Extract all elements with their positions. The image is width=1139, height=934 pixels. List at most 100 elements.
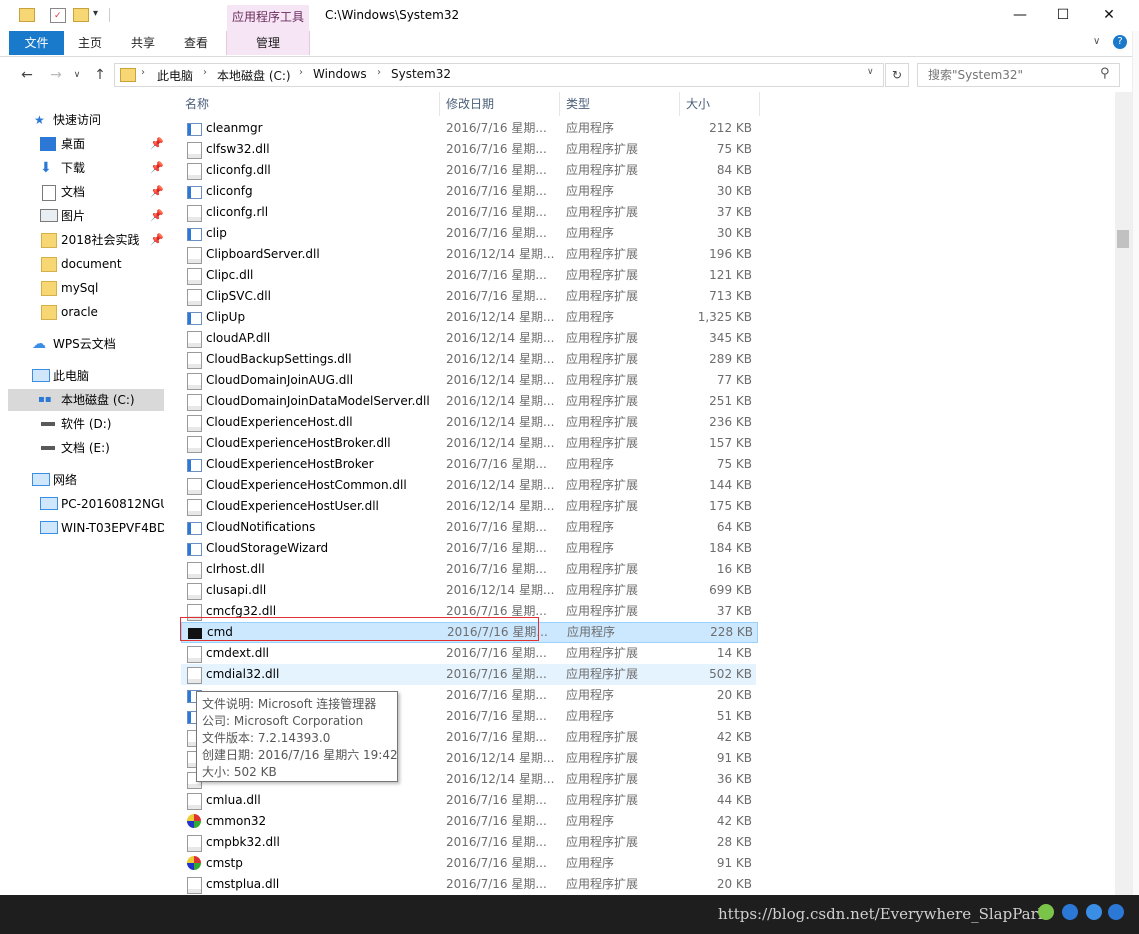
address-bar[interactable]: › 此电脑 › 本地磁盘 (C:) › Windows › System32 ∨: [114, 63, 884, 87]
table-row[interactable]: CloudExperienceHostUser.dll 2016/12/14 星期…: [181, 496, 756, 517]
table-row[interactable]: cmdext.dll 2016/7/16 星期... 应用程序扩展 14 KB: [181, 643, 756, 664]
close-button[interactable]: ✕: [1086, 4, 1132, 28]
back-arrow-icon[interactable]: ←: [18, 66, 36, 84]
sidebar-item-local-disk-c[interactable]: ▪▪ 本地磁盘 (C:): [8, 389, 164, 411]
chevron-right-icon[interactable]: ›: [299, 67, 303, 78]
breadcrumb-local-disk[interactable]: 本地磁盘 (C:): [217, 67, 291, 84]
table-row[interactable]: ClipSVC.dll 2016/7/16 星期... 应用程序扩展 713 KB: [181, 286, 756, 307]
table-row[interactable]: cmstplua.dll 2016/7/16 星期... 应用程序扩展 20 KB: [181, 874, 756, 895]
sidebar-item-folder-oracle[interactable]: oracle: [8, 301, 164, 323]
pin-icon[interactable]: 📌: [150, 205, 164, 227]
sidebar-item-quick-access[interactable]: ★ 快速访问: [8, 109, 164, 131]
table-row[interactable]: cleanmgr 2016/7/16 星期... 应用程序 212 KB: [181, 118, 756, 139]
tray-star-icon[interactable]: [1086, 904, 1102, 920]
pin-icon[interactable]: 📌: [150, 157, 164, 179]
sidebar-item-desktop[interactable]: 桌面 📌: [8, 133, 164, 155]
customize-quick-access-icon[interactable]: ▾: [93, 8, 98, 19]
chevron-right-icon[interactable]: ›: [203, 67, 207, 78]
divider[interactable]: [559, 92, 560, 116]
table-row[interactable]: clusapi.dll 2016/12/14 星期... 应用程序扩展 699 KB: [181, 580, 756, 601]
table-row[interactable]: CloudExperienceHostBroker 2016/7/16 星期...…: [181, 454, 756, 475]
table-row[interactable]: cmdial32.dll 2016/7/16 星期... 应用程序扩展 502 KB: [181, 664, 756, 685]
table-row[interactable]: CloudExperienceHost.dll 2016/12/14 星期... 应…: [181, 412, 756, 433]
table-row[interactable]: CloudExperienceHostCommon.dll 2016/12/14 …: [181, 475, 756, 496]
new-folder-icon[interactable]: [73, 8, 89, 22]
column-header-date[interactable]: 修改日期: [446, 92, 494, 116]
sidebar-item-win-t03epvf4bd[interactable]: WIN-T03EPVF4BD: [8, 517, 164, 539]
table-row[interactable]: cliconfg.rll 2016/7/16 星期... 应用程序扩展 37 KB: [181, 202, 756, 223]
sidebar-item-downloads[interactable]: ⬇ 下载 📌: [8, 157, 164, 179]
refresh-button[interactable]: ↻: [885, 63, 909, 87]
table-row[interactable]: cliconfg.dll 2016/7/16 星期... 应用程序扩展 84 KB: [181, 160, 756, 181]
divider[interactable]: [679, 92, 680, 116]
search-icon[interactable]: ⚲: [1100, 66, 1110, 81]
table-row[interactable]: cloudAP.dll 2016/12/14 星期... 应用程序扩展 345 KB: [181, 328, 756, 349]
search-input[interactable]: [926, 67, 1100, 83]
sidebar-item-network[interactable]: 网络: [8, 469, 164, 491]
scrollbar-thumb[interactable]: [1117, 230, 1129, 248]
sidebar-item-folder-document[interactable]: document: [8, 253, 164, 275]
table-row[interactable]: clip 2016/7/16 星期... 应用程序 30 KB: [181, 223, 756, 244]
file-type: 应用程序: [566, 688, 615, 702]
pin-icon[interactable]: 📌: [150, 133, 164, 155]
forward-arrow-icon[interactable]: →: [47, 66, 65, 84]
table-row[interactable]: cmstp 2016/7/16 星期... 应用程序 91 KB: [181, 853, 756, 874]
minimize-button[interactable]: —: [997, 4, 1043, 28]
table-row[interactable]: CloudStorageWizard 2016/7/16 星期... 应用程序 184…: [181, 538, 756, 559]
table-row[interactable]: cliconfg 2016/7/16 星期... 应用程序 30 KB: [181, 181, 756, 202]
table-row[interactable]: CloudExperienceHostBroker.dll 2016/12/14 …: [181, 433, 756, 454]
pin-icon[interactable]: 📌: [150, 181, 164, 203]
table-row[interactable]: Clipc.dll 2016/7/16 星期... 应用程序扩展 121 KB: [181, 265, 756, 286]
column-header-type[interactable]: 类型: [566, 92, 590, 116]
tray-paw-icon[interactable]: [1108, 904, 1124, 920]
table-row[interactable]: CloudBackupSettings.dll 2016/12/14 星期... 应…: [181, 349, 756, 370]
table-row[interactable]: CloudDomainJoinDataModelServer.dll 2016/1…: [181, 391, 756, 412]
tab-share[interactable]: 共享: [125, 31, 161, 55]
tray-green-icon[interactable]: [1038, 904, 1054, 920]
column-header-size[interactable]: 大小: [686, 92, 710, 116]
breadcrumb-this-pc[interactable]: 此电脑: [157, 67, 193, 84]
breadcrumb-system32[interactable]: System32: [391, 67, 451, 81]
table-row[interactable]: clfsw32.dll 2016/7/16 星期... 应用程序扩展 75 KB: [181, 139, 756, 160]
divider[interactable]: [439, 92, 440, 116]
sidebar-item-folder-mysql[interactable]: mySql: [8, 277, 164, 299]
tab-file[interactable]: 文件: [9, 31, 64, 55]
recent-locations-icon[interactable]: ∨: [68, 66, 86, 84]
table-row[interactable]: cmmon32 2016/7/16 星期... 应用程序 42 KB: [181, 811, 756, 832]
sidebar-item-drive-e[interactable]: 文档 (E:): [8, 437, 164, 459]
search-box[interactable]: ⚲: [917, 63, 1120, 87]
tray-blue-icon[interactable]: [1062, 904, 1078, 920]
table-row[interactable]: CloudNotifications 2016/7/16 星期... 应用程序 64 …: [181, 517, 756, 538]
tab-manage[interactable]: 管理: [226, 31, 310, 55]
sidebar-item-this-pc[interactable]: 此电脑: [8, 365, 164, 387]
chevron-right-icon[interactable]: ›: [377, 67, 381, 78]
sidebar-item-wps-cloud[interactable]: ☁ WPS云文档: [8, 333, 164, 355]
table-row[interactable]: clrhost.dll 2016/7/16 星期... 应用程序扩展 16 KB: [181, 559, 756, 580]
divider[interactable]: [759, 92, 760, 116]
maximize-button[interactable]: ☐: [1040, 4, 1086, 28]
pin-icon[interactable]: 📌: [150, 229, 164, 251]
vertical-scrollbar[interactable]: [1115, 92, 1132, 895]
address-dropdown-icon[interactable]: ∨: [867, 67, 874, 77]
folder-icon[interactable]: [19, 8, 35, 22]
sidebar-item-documents[interactable]: 文档 📌: [8, 181, 164, 203]
table-row[interactable]: ClipboardServer.dll 2016/12/14 星期... 应用程序扩…: [181, 244, 756, 265]
tab-home[interactable]: 主页: [72, 31, 108, 55]
table-row[interactable]: cmlua.dll 2016/7/16 星期... 应用程序扩展 44 KB: [181, 790, 756, 811]
sidebar-item-pc-20160812ngu[interactable]: PC-20160812NGU: [8, 493, 164, 515]
sidebar-item-drive-d[interactable]: 软件 (D:): [8, 413, 164, 435]
table-row[interactable]: ClipUp 2016/12/14 星期... 应用程序 1,325 KB: [181, 307, 756, 328]
up-arrow-icon[interactable]: ↑: [91, 66, 109, 84]
table-row[interactable]: CloudDomainJoinAUG.dll 2016/12/14 星期... 应用…: [181, 370, 756, 391]
help-icon[interactable]: ?: [1113, 35, 1127, 49]
chevron-right-icon[interactable]: ›: [141, 67, 145, 78]
properties-icon[interactable]: ✓: [50, 8, 66, 23]
table-row[interactable]: cmpbk32.dll 2016/7/16 星期... 应用程序扩展 28 KB: [181, 832, 756, 853]
sidebar-item-folder-2018[interactable]: 2018社会实践 📌: [8, 229, 164, 251]
sidebar-item-pictures[interactable]: 图片 📌: [8, 205, 164, 227]
column-header-name[interactable]: 名称: [185, 92, 209, 116]
tab-view[interactable]: 查看: [178, 31, 214, 55]
expand-ribbon-icon[interactable]: ∨: [1093, 36, 1100, 47]
sort-ascending-icon[interactable]: ^: [304, 92, 312, 98]
breadcrumb-windows[interactable]: Windows: [313, 67, 367, 81]
